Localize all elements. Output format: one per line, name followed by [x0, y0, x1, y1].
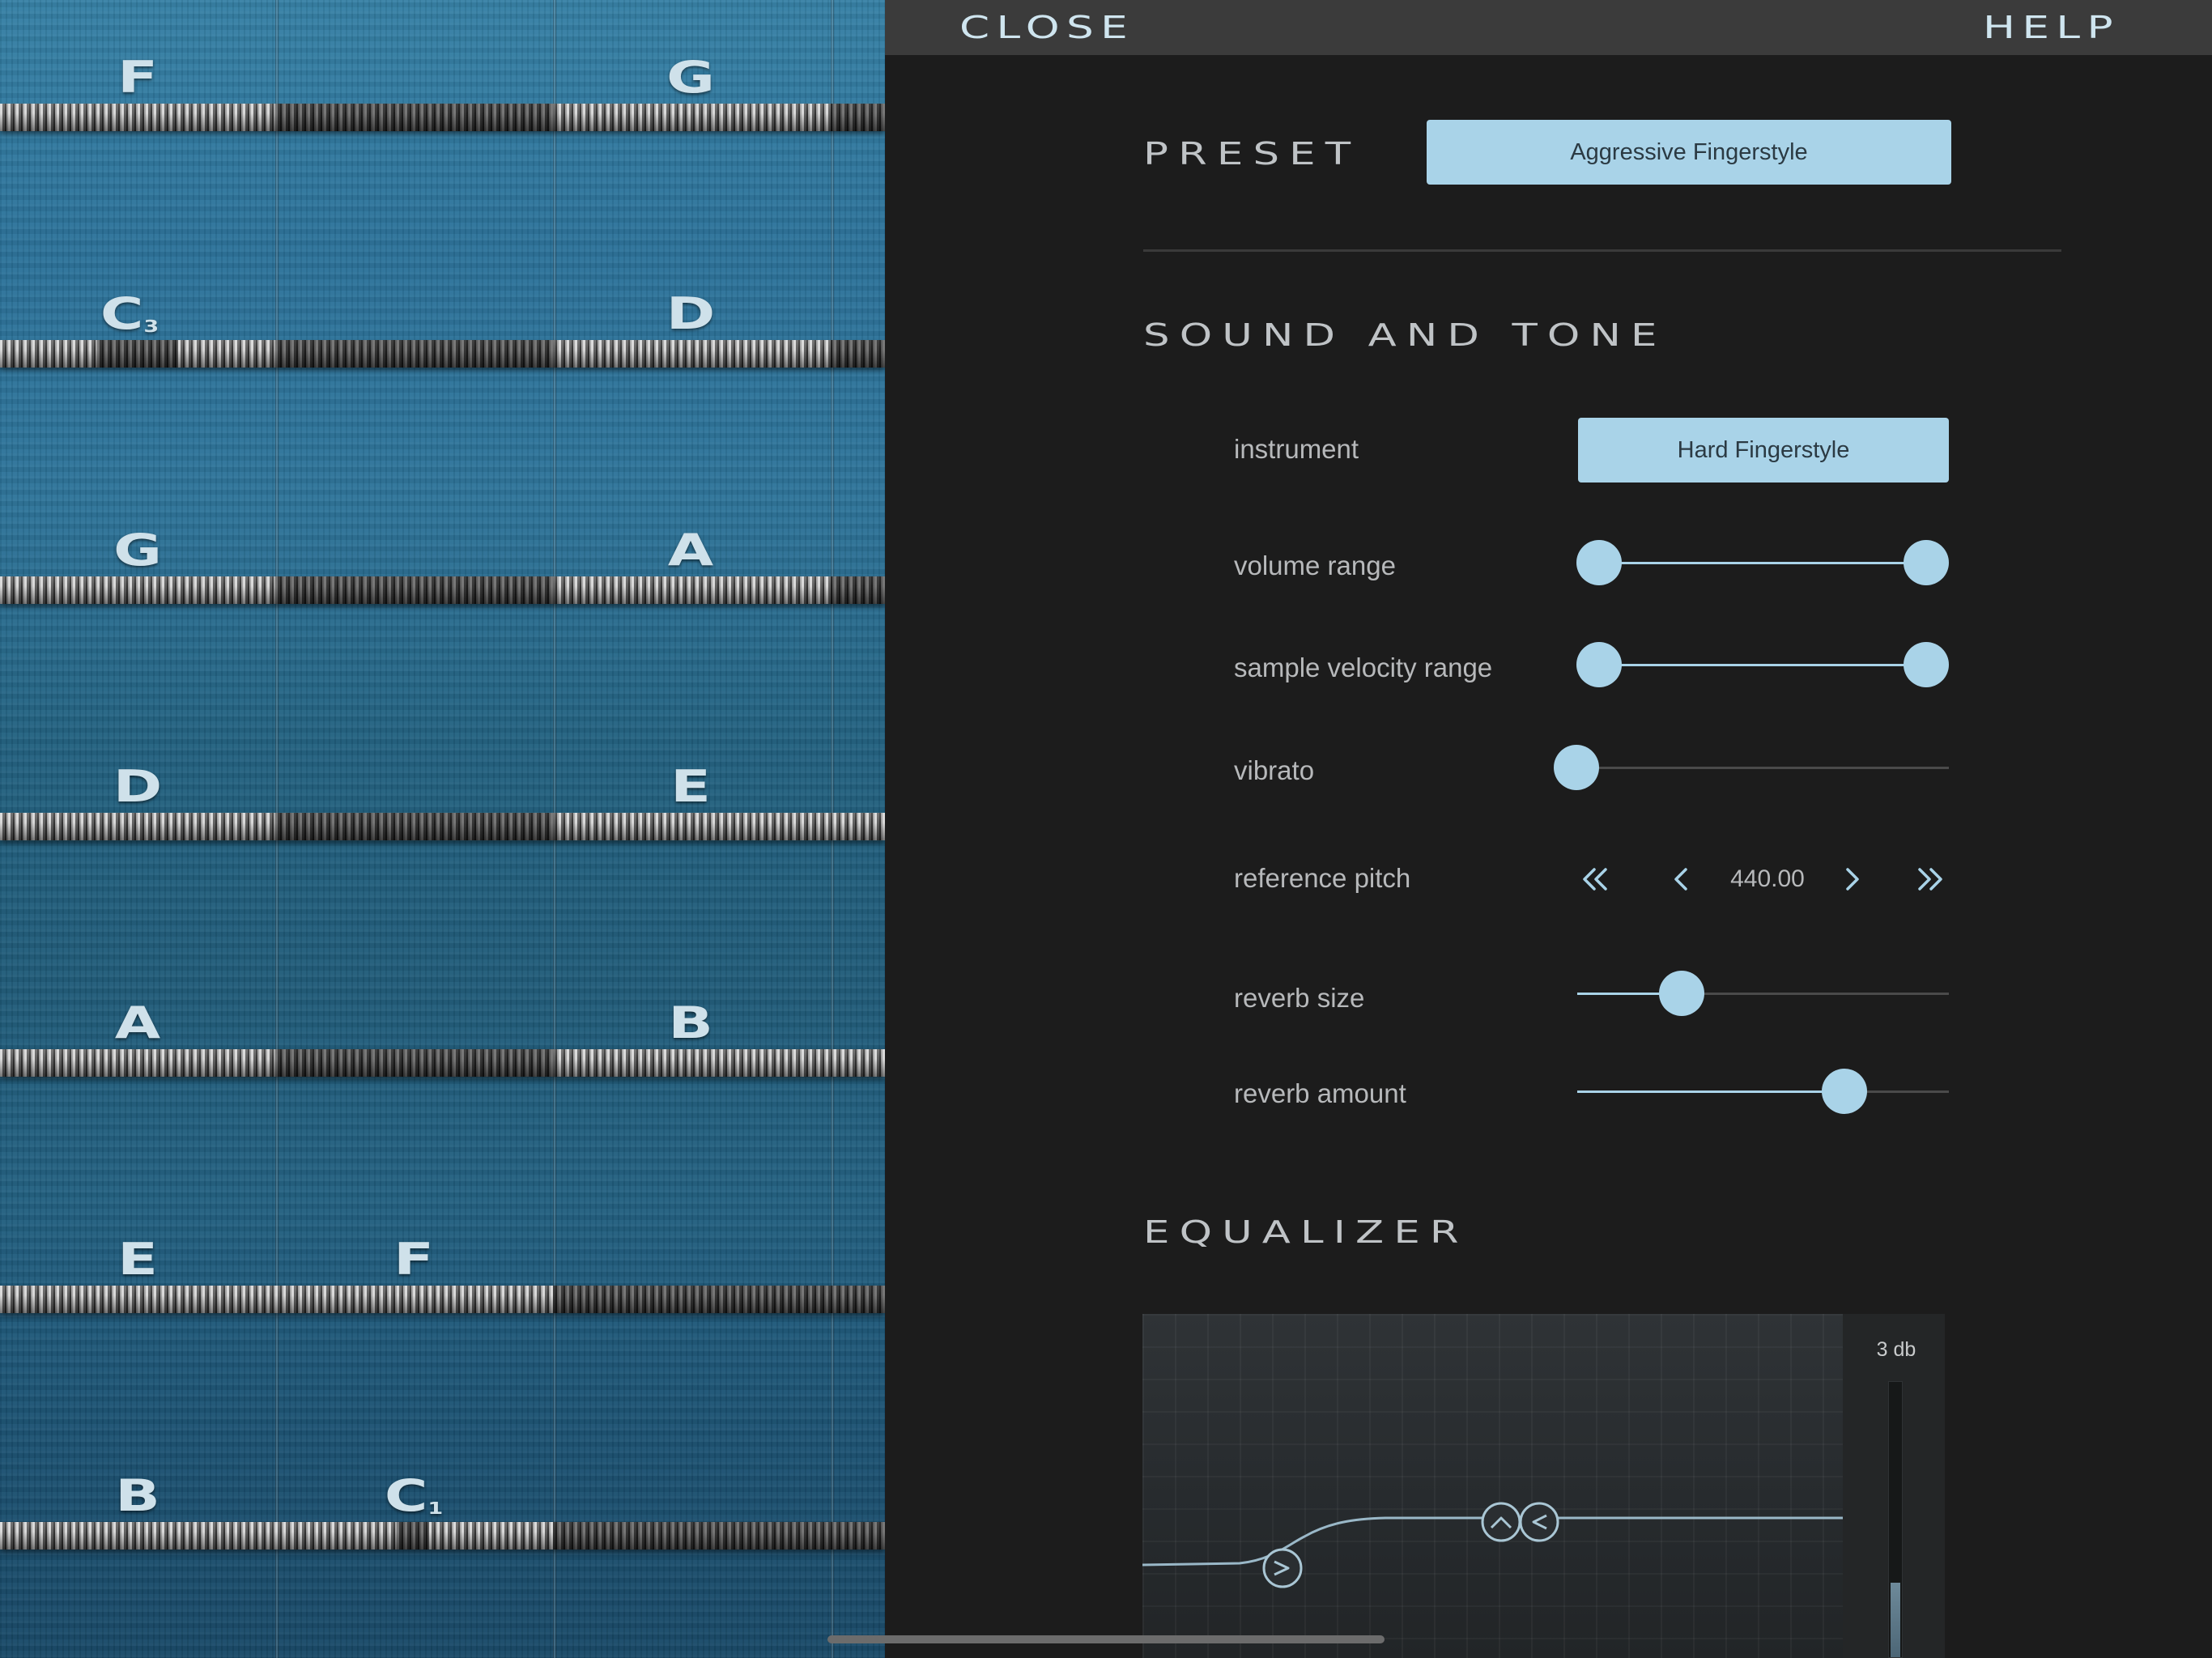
settings-panel: CLOSE HELP PRESET Aggressive Fingerstyle…: [885, 0, 2212, 1658]
fretboard[interactable]: F G C3 D G A D E A B E F B C1: [0, 0, 885, 1658]
reference-pitch-value: 440.00: [1730, 865, 1805, 892]
note-label: E: [117, 1234, 158, 1285]
note-label: F: [117, 52, 158, 103]
guitar-string-2[interactable]: [0, 340, 885, 368]
chevron-left-icon: [1674, 868, 1687, 891]
guitar-string-4[interactable]: [0, 813, 885, 840]
divider: [1143, 249, 2061, 252]
sound-and-tone-title: SOUND AND TONE: [1143, 317, 1667, 353]
gain-meter[interactable]: [1888, 1381, 1903, 1658]
note-label: A: [667, 525, 714, 576]
instrument-selector[interactable]: Hard Fingerstyle: [1578, 418, 1949, 483]
equalizer-curve: [1142, 1502, 1843, 1588]
volume-range-label: volume range: [1234, 551, 1396, 580]
top-bar: CLOSE HELP: [885, 0, 2212, 55]
vibrato-handle[interactable]: [1554, 745, 1599, 790]
volume-range-max-handle[interactable]: [1904, 540, 1949, 585]
sample-velocity-range-min-handle[interactable]: [1576, 642, 1622, 687]
double-chevron-right-icon: [1918, 868, 1942, 891]
double-chevron-left-icon: [1583, 868, 1607, 891]
equalizer-graph[interactable]: [1142, 1314, 1843, 1658]
guitar-string-1[interactable]: [0, 104, 885, 131]
sample-velocity-range-label: sample velocity range: [1234, 653, 1493, 682]
note-label: B: [115, 1470, 160, 1521]
close-button[interactable]: CLOSE: [959, 11, 1134, 44]
reverb-amount-handle[interactable]: [1822, 1069, 1868, 1114]
gain-meter-level: [1891, 1583, 1900, 1657]
guitar-string-5[interactable]: [0, 1049, 885, 1077]
eq-peak-handle[interactable]: [1481, 1502, 1521, 1542]
reference-pitch-label: reference pitch: [1234, 863, 1411, 893]
note-label: C3: [100, 288, 160, 339]
help-button[interactable]: HELP: [1983, 11, 2120, 44]
note-label: D: [666, 288, 716, 339]
pitch-increase-button[interactable]: [1829, 857, 1874, 902]
app-root: F G C3 D G A D E A B E F B C1 CLOSE HELP…: [0, 0, 2212, 1658]
sample-velocity-range-slider[interactable]: [1599, 664, 1926, 666]
volume-range-min-handle[interactable]: [1576, 540, 1622, 585]
note-label: E: [670, 761, 711, 812]
equalizer-title: EQUALIZER: [1143, 1214, 1469, 1250]
preset-title: PRESET: [1143, 136, 1361, 172]
sample-velocity-range-max-handle[interactable]: [1904, 642, 1949, 687]
note-label: B: [668, 997, 713, 1048]
note-label: A: [114, 997, 161, 1048]
home-indicator: [827, 1635, 1385, 1643]
note-label: C1: [384, 1470, 444, 1521]
vibrato-label: vibrato: [1234, 755, 1315, 785]
pitch-increase-large-button[interactable]: [1907, 857, 1952, 902]
gain-label: 3 db: [1876, 1338, 1916, 1361]
reverb-size-slider[interactable]: [1577, 993, 1949, 995]
instrument-label: instrument: [1234, 434, 1359, 464]
note-label: D: [113, 761, 163, 812]
guitar-string-7[interactable]: [0, 1522, 885, 1550]
chevron-right-icon: [1846, 868, 1859, 891]
note-label: F: [393, 1234, 434, 1285]
volume-range-slider[interactable]: [1599, 562, 1926, 564]
preset-selector[interactable]: Aggressive Fingerstyle: [1427, 120, 1951, 185]
reverb-amount-slider[interactable]: [1577, 1090, 1949, 1093]
note-label: G: [666, 52, 715, 103]
vibrato-slider[interactable]: [1576, 767, 1949, 769]
note-label: G: [113, 525, 162, 576]
reverb-size-handle[interactable]: [1658, 971, 1704, 1016]
pitch-decrease-large-button[interactable]: [1573, 857, 1619, 902]
guitar-string-3[interactable]: [0, 576, 885, 604]
guitar-string-6[interactable]: [0, 1286, 885, 1313]
pitch-decrease-button[interactable]: [1659, 857, 1704, 902]
reverb-amount-label: reverb amount: [1234, 1078, 1406, 1108]
eq-lowshelf-handle[interactable]: [1262, 1548, 1303, 1588]
reverb-size-label: reverb size: [1234, 983, 1365, 1013]
eq-highshelf-handle[interactable]: [1519, 1502, 1559, 1542]
